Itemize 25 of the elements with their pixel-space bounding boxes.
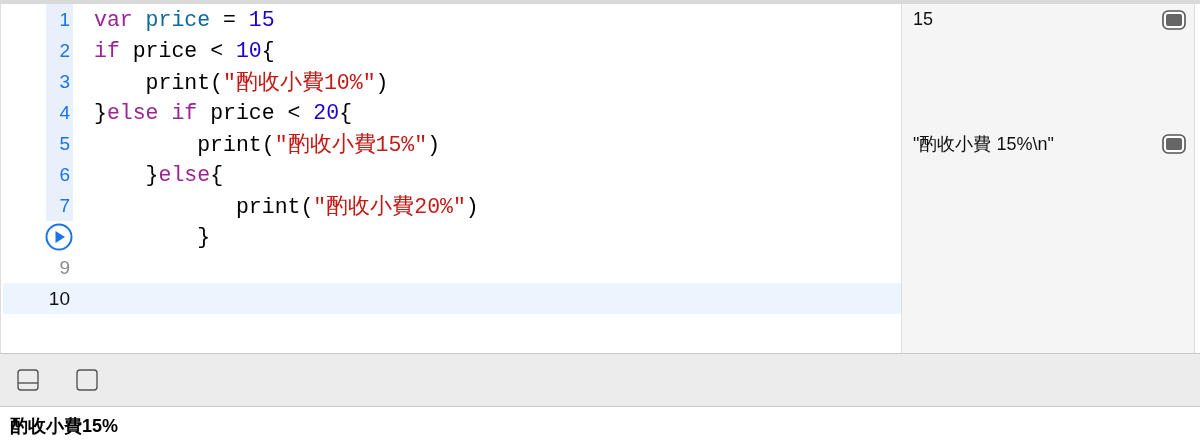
quick-look-icon[interactable] [1162,9,1186,30]
console-output: 酌收小費15% [10,415,119,438]
line-number: 9 [58,255,71,280]
line-number: 1 [46,4,73,35]
code-line: } [196,224,211,249]
line-number: 7 [46,190,73,221]
run-icon[interactable] [45,222,73,251]
result-value: 15 [913,9,935,30]
line-number: 6 [46,159,73,190]
square-icon[interactable] [76,369,98,391]
code-line: print("酌收小費10%") [144,70,389,96]
line-number: 5 [46,128,73,159]
line-number: 3 [46,66,73,97]
code-line: var price = 15 [94,7,275,32]
panel-toggle-icon[interactable] [17,369,39,391]
code-line: }else if price < 20{ [94,100,353,125]
line-number: 4 [46,97,73,128]
line-number: 10 [48,286,71,311]
code-line: }else{ [144,162,224,187]
quick-look-icon[interactable] [1162,133,1186,154]
code-line: print("酌收小費20%") [234,194,479,220]
code-line: print("酌收小費15%") [196,132,441,158]
line-number: 2 [46,35,73,66]
code-line: if price < 10{ [94,38,275,63]
result-value: "酌收小費 15%\n" [913,132,1055,156]
